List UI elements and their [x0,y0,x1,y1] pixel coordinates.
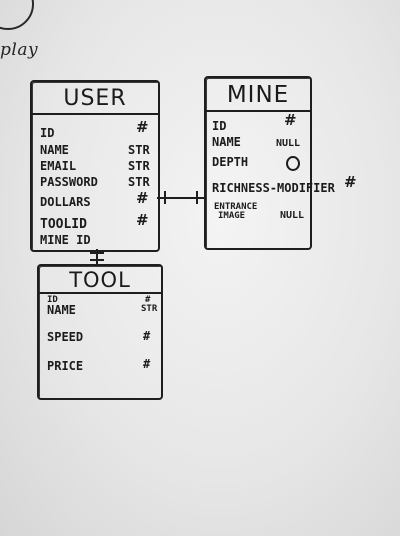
entity-mine: MINE ID # NAME NULL DEPTH RICHNESS-MODIF… [204,76,335,250]
tool-field-name-type: STR [141,304,158,314]
entity-tool: TOOL ID # NAME STR SPEED # PRICE # [37,264,163,400]
mine-field-richness-modifier-type: # [344,173,357,191]
tool-field-name: NAME [47,303,76,317]
user-field-name-type: STR [128,143,150,157]
user-field-password: PASSWORD [40,175,98,189]
entity-tool-title: TOOL [39,266,161,294]
user-field-toolid: TOOLID [40,217,87,232]
partial-scribble-text: play [0,40,39,60]
tool-field-speed: SPEED [47,330,84,344]
mine-field-id: ID [212,119,227,133]
mine-field-image: IMAGE [218,211,246,221]
user-field-id-type: # [136,118,149,136]
user-field-password-type: STR [128,175,150,189]
user-field-toolid-type: # [136,211,149,229]
entity-user-title: USER [32,82,158,115]
relationship-user-tool-cardinality-bottom [90,259,104,261]
entity-user: USER ID # NAME STR EMAIL STR PASSWORD ST… [30,80,160,252]
mine-field-name: NAME [212,135,241,149]
user-field-mine-id: MINE ID [40,233,91,247]
mine-field-depth: DEPTH [212,155,249,169]
tool-field-price: PRICE [47,359,84,373]
relationship-user-tool-cardinality-top [90,252,104,254]
entity-mine-title: MINE [206,78,310,112]
user-field-id: ID [40,126,55,140]
tool-field-speed-type: # [143,329,151,343]
partial-circle-drawing [0,0,34,30]
mine-field-image-type: NULL [280,210,305,221]
relationship-user-mine-cardinality-left [164,191,166,204]
relationship-user-mine-cardinality-right [196,191,198,204]
mine-field-richness-modifier: RICHNESS-MODIFIER [212,181,335,195]
user-field-name: NAME [40,143,69,157]
user-field-email: EMAIL [40,159,77,173]
mine-field-id-type: # [284,111,297,129]
tool-field-price-type: # [143,357,151,371]
mine-field-depth-type [286,156,300,171]
user-field-dollars-type: # [136,189,149,207]
user-field-email-type: STR [128,159,150,173]
mine-field-name-type: NULL [276,138,301,149]
user-field-dollars: DOLLARS [40,195,91,209]
